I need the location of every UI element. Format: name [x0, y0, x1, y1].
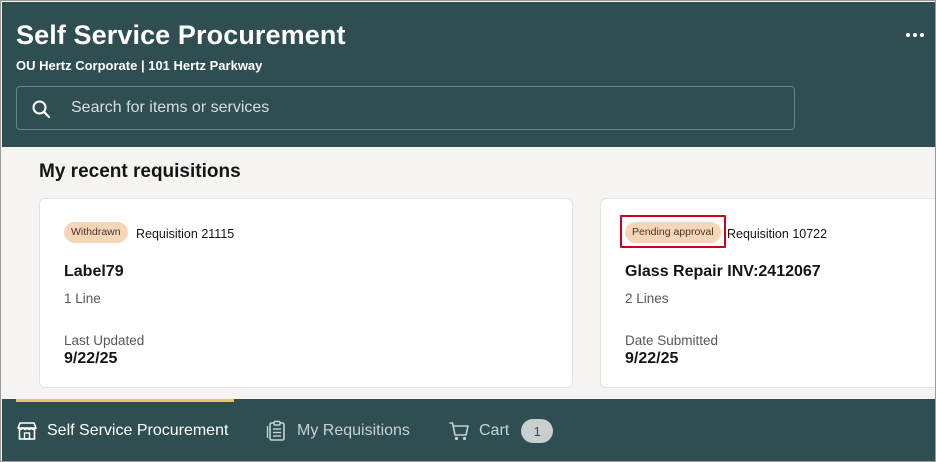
more-options-button[interactable]: [900, 24, 930, 46]
requisition-line-count: 1 Line: [64, 291, 101, 306]
section-title-recent-requisitions: My recent requisitions: [39, 161, 241, 182]
requisition-title: Glass Repair INV:2412067: [625, 263, 821, 280]
requisition-number: Requisition 10722: [727, 227, 828, 241]
cart-icon: [449, 422, 469, 441]
more-dot: [920, 33, 924, 37]
app-window: Self Service Procurement OU Hertz Corpor…: [0, 0, 936, 462]
search-bar[interactable]: [16, 86, 795, 130]
app-header: Self Service Procurement OU Hertz Corpor…: [2, 2, 935, 147]
highlight-box: [620, 215, 726, 248]
requisition-title: Label79: [64, 263, 124, 280]
nav-item-label: My Requisitions: [297, 422, 410, 439]
nav-item-label: Cart: [479, 422, 510, 439]
cart-count-badge: 1: [521, 419, 554, 443]
search-input[interactable]: [71, 87, 771, 129]
requisition-card[interactable]: Pending approval Requisition 10722 Glass…: [600, 198, 935, 388]
app-title: Self Service Procurement: [16, 20, 346, 50]
requisition-number: Requisition 21115: [136, 227, 235, 241]
requisition-line-count: 2 Lines: [625, 291, 669, 306]
storefront-icon: [17, 422, 37, 440]
date-label: Last Updated: [64, 333, 145, 348]
date-value: 9/22/25: [64, 350, 118, 367]
nav-item-label: Self Service Procurement: [47, 422, 229, 439]
clipboard-list-icon: [266, 420, 285, 441]
nav-item-my-requisitions[interactable]: My Requisitions: [266, 419, 410, 443]
date-value: 9/22/25: [625, 350, 679, 367]
nav-item-self-service-procurement[interactable]: Self Service Procurement: [16, 419, 228, 443]
nav-item-cart[interactable]: Cart 1: [448, 419, 554, 443]
main-content: My recent requisitions Withdrawn Requisi…: [2, 147, 935, 399]
more-dot: [913, 33, 917, 37]
business-unit-location: OU Hertz Corporate | 101 Hertz Parkway: [16, 58, 263, 73]
active-tab-indicator: [16, 399, 234, 402]
search-icon: [32, 100, 51, 119]
bottom-navigation: Self Service Procurement My Requisitions…: [2, 399, 935, 461]
date-label: Date Submitted: [625, 333, 719, 348]
more-horizontal-icon: [906, 33, 910, 37]
status-badge: Withdrawn: [64, 222, 128, 243]
requisition-card[interactable]: Withdrawn Requisition 21115 Label79 1 Li…: [39, 198, 573, 388]
